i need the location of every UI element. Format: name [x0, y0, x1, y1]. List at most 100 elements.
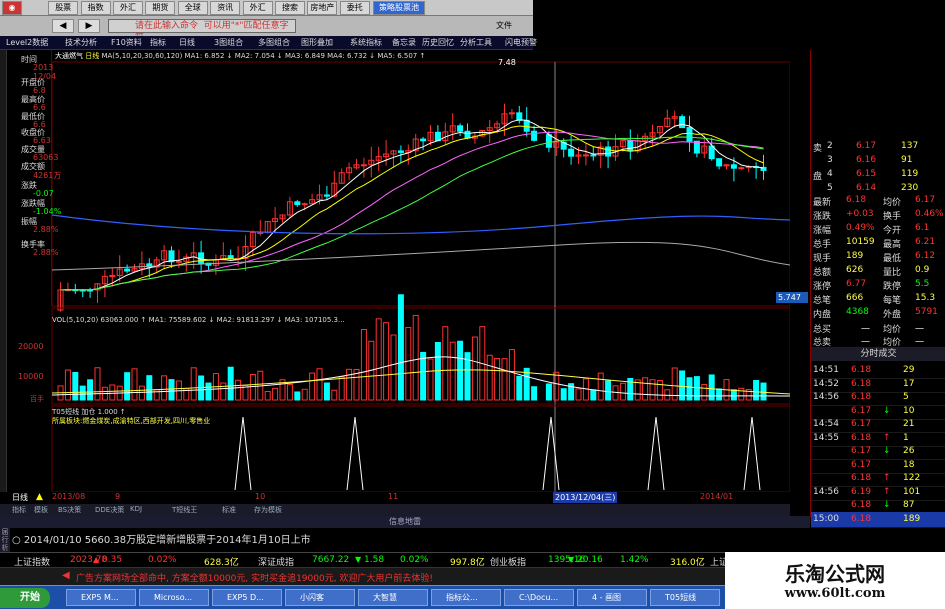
toolbar-button-9[interactable]: 委托 [339, 1, 370, 15]
task-button-4[interactable]: 大智慧 [358, 589, 428, 606]
left-side-tabs[interactable] [0, 50, 7, 500]
menu-item-3[interactable]: 指标 [150, 37, 166, 48]
date-tick-4: 11 [388, 492, 399, 501]
menu-item-0[interactable]: Level2数据 [6, 37, 48, 48]
indicator-tab-2[interactable]: BS决策 [58, 505, 81, 515]
toolbar-button-5[interactable]: 资讯 [210, 1, 241, 15]
quote-row-6: 涨停 6.77 跌停 5.5 [811, 279, 945, 292]
quote-cell-3: 6.12 [915, 251, 936, 261]
menu-item-5[interactable]: 3图组合 [214, 37, 243, 48]
news-side-tabs[interactable]: 届 行 析 [0, 528, 10, 552]
kline-chart[interactable] [0, 50, 790, 500]
toolbar-button-7[interactable]: 搜索 [275, 1, 305, 15]
quote-cell-1: 10159 [846, 237, 875, 247]
period-arrow-icon[interactable]: ▲ [36, 492, 43, 502]
news-text: 2014/01/10 5660.38万股定增新增股票于2014年1月10日上市 [23, 535, 311, 546]
top-toolbar: ◉ 股票 指数 外汇 期货 全球 资讯 外汇 搜索 房地产 委托 策略股票池 [0, 0, 533, 16]
task-button-2[interactable]: EXP5 D... [212, 589, 282, 606]
toolbar-button-6[interactable]: 外汇 [242, 1, 273, 15]
forward-icon[interactable]: ▶ [78, 19, 100, 33]
indicator-tab-3[interactable]: DDE决策 [95, 505, 124, 515]
indicator-tab-6[interactable]: 标准 [222, 505, 236, 515]
info-mine-title[interactable]: 信息地雷 [0, 516, 810, 528]
indicator-tab-4[interactable]: KDJ [130, 505, 142, 513]
period-label: 日线 [85, 52, 100, 60]
period-tab[interactable]: 日线 [12, 492, 28, 503]
quote-cell-0: 内盘 [813, 310, 832, 320]
menu-item-12[interactable]: 闪电预警 [505, 37, 537, 48]
trade-cell-3: 1 [903, 432, 909, 443]
menu-item-2[interactable]: F10资料 [111, 37, 142, 48]
toolbar-button-1[interactable]: 指数 [80, 1, 111, 15]
menu-item-8[interactable]: 系统指标 [350, 37, 382, 48]
task-button-1[interactable]: Microso... [139, 589, 209, 606]
back-icon[interactable]: ◀ [52, 19, 74, 33]
task-button-6[interactable]: C:\Docu... [504, 589, 574, 606]
trade-cell-1: 6.18 [851, 500, 872, 510]
quote-cell-1: 6.18 [846, 195, 867, 205]
ask-vol: 137 [901, 141, 919, 151]
quote-row-1: 涨跌 +0.03 换手 0.46% [811, 209, 945, 222]
quote-cell-2: 今开 [883, 226, 902, 236]
vol-tick-2: 10000 [18, 372, 44, 381]
ask-vol: 91 [901, 155, 913, 165]
start-button[interactable]: 开始 [0, 588, 50, 608]
toolbar-button-4[interactable]: 全球 [177, 1, 208, 15]
index-2-arrow-icon: ▼ [568, 555, 575, 564]
quote-cell-1: 4368 [846, 307, 869, 317]
trade-cell-1: 6.18 [851, 513, 872, 524]
indicator-tabs: 指标 模板 BS决策 DDE决策 KDJ T短线王 标准 存为模板 [0, 504, 790, 516]
indicator-tab-5[interactable]: T短线王 [172, 505, 197, 515]
task-button-8[interactable]: T05短线 [650, 589, 720, 606]
menu-item-9[interactable]: 备忘录 [392, 37, 416, 48]
trade-cell-0: 15:00 [813, 513, 839, 524]
toolbar-button-3[interactable]: 期货 [145, 1, 176, 15]
ask-row-0: 卖 2 6.17 137 [811, 141, 945, 154]
indicator-tab-0[interactable]: 指标 [12, 505, 26, 515]
menu-item-11[interactable]: 分析工具 [460, 37, 492, 48]
function-menu-bar: Level2数据 技术分析 F10资料 指标 日线 3图组合 多图组合 图形叠加 系统指标 备忘录… [0, 36, 537, 50]
date-tick-3: 10 [255, 492, 266, 501]
menu-item-10[interactable]: 历史回忆 [422, 37, 454, 48]
file-menu[interactable]: 文件 [496, 20, 512, 31]
quote-cell-3: 5.5 [915, 279, 930, 289]
command-input[interactable]: 请在此输入命令 可以用"*"匹配任意字符 [108, 19, 296, 43]
quote-cell-0: 现手 [813, 254, 832, 264]
menu-item-4[interactable]: 日线 [179, 37, 195, 48]
task-button-3[interactable]: 小闪客 [285, 589, 355, 606]
quote-cell-0: 最新 [813, 198, 832, 208]
strategy-button[interactable]: 策略股票池 [373, 1, 425, 15]
vol-tick-1: 20000 [18, 342, 44, 351]
top-right-bar [533, 0, 945, 16]
toolbar-button-0[interactable]: 股票 [48, 1, 79, 15]
ask-row-3: 5 6.14 230 [811, 183, 945, 195]
quote-cell-3: 6.21 [915, 237, 936, 247]
quote-cell-2: 跌停 [883, 282, 902, 292]
quote-cell-3: 0.46% [915, 209, 944, 219]
app-logo[interactable]: ◉ [2, 1, 22, 15]
ad-marquee[interactable]: ◀ 广告方案网场全部命中, 方案全额10000元, 实时买金追19000元, 欢… [0, 567, 725, 585]
news-item[interactable]: ○ 2014/01/10 5660.38万股定增新增股票于2014年1月10日上… [12, 531, 311, 546]
date-tick-5: 2014/01 [700, 492, 734, 501]
quote-row-4: 现手 189 最低 6.12 [811, 251, 945, 264]
menu-item-7[interactable]: 图形叠加 [301, 37, 333, 48]
task-button-5[interactable]: 指标公... [431, 589, 501, 606]
indicator-tab-1[interactable]: 模板 [34, 505, 48, 515]
index-1-change: 1.58 [364, 555, 385, 565]
ask-price: 6.16 [856, 155, 877, 165]
toolbar-button-2[interactable]: 外汇 [113, 1, 143, 15]
trade-header[interactable]: 分时成交 [811, 347, 945, 361]
ask-vol: 230 [901, 183, 919, 193]
toolbar-button-8[interactable]: 房地产 [307, 1, 338, 15]
quote-row-0: 最新 6.18 均价 6.17 [811, 195, 945, 208]
task-button-0[interactable]: EXP5 M... [66, 589, 136, 606]
indicator-tab-7[interactable]: 存为模板 [254, 505, 282, 515]
menu-item-1[interactable]: 技术分析 [65, 37, 97, 48]
quote-cell-0: 总手 [813, 240, 832, 250]
extra-cell-0: 总买 [813, 325, 832, 335]
menu-item-6[interactable]: 多图组合 [258, 37, 290, 48]
task-button-7[interactable]: 4 - 画图 [577, 589, 647, 606]
quote-cell-1: 666 [846, 293, 864, 303]
date-tick-1: 2013/08 [52, 492, 86, 501]
ask-level: 5 [827, 183, 833, 193]
